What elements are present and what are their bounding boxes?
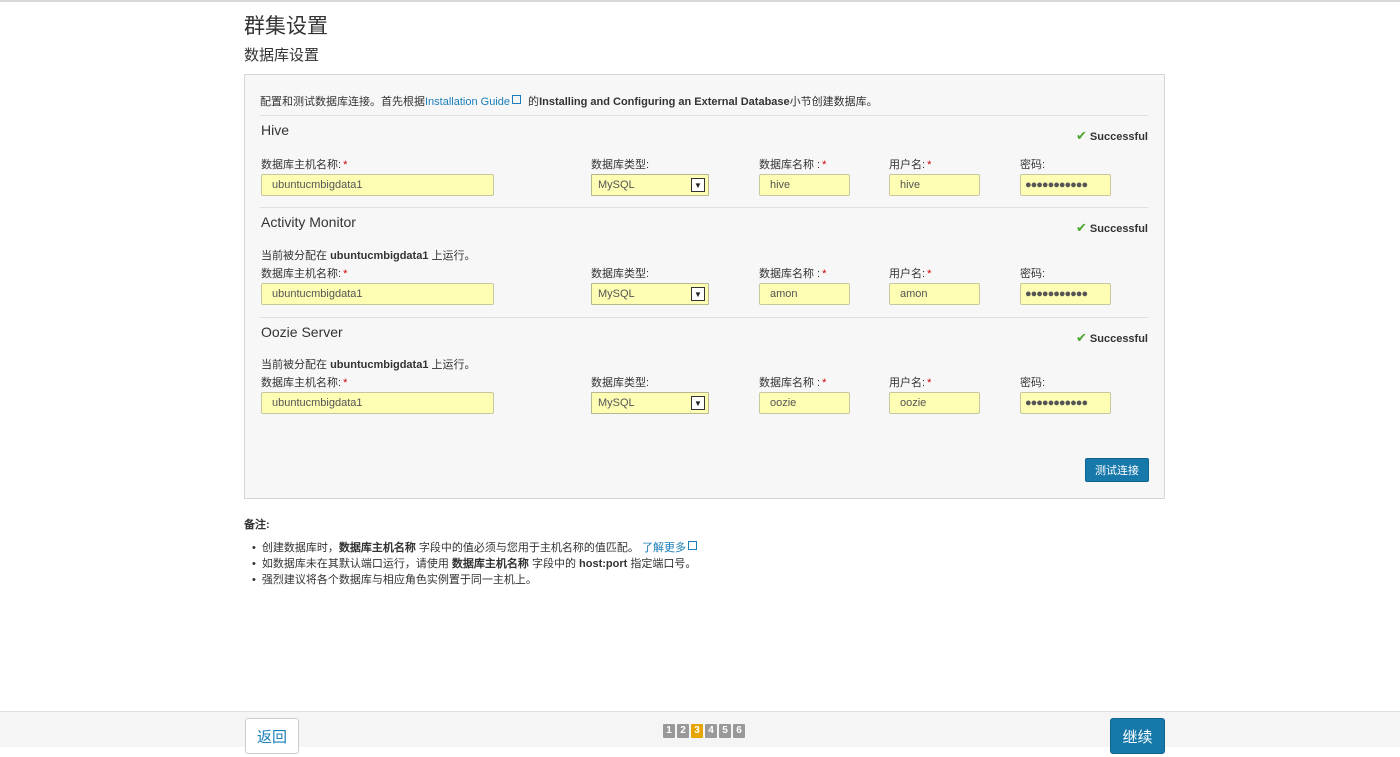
external-link-icon bbox=[687, 541, 697, 550]
installation-guide-link[interactable]: Installation Guide bbox=[425, 96, 510, 108]
user-label: 用户名: * bbox=[889, 377, 932, 389]
user-label: 用户名: * bbox=[889, 159, 932, 171]
password-label: 密码: bbox=[1020, 159, 1046, 171]
type-select[interactable]: MySQL ▼ bbox=[591, 392, 709, 414]
type-label: 数据库类型: bbox=[591, 268, 650, 280]
step-6: 6 bbox=[733, 724, 745, 738]
page-subtitle: 数据库设置 bbox=[244, 47, 320, 64]
page-title: 群集设置 bbox=[244, 15, 328, 38]
chevron-down-icon: ▼ bbox=[691, 178, 705, 192]
assigned-host-text: 当前被分配在 ubuntucmbigdata1 上运行。 bbox=[261, 359, 476, 371]
user-input[interactable]: hive bbox=[889, 174, 980, 196]
type-select[interactable]: MySQL ▼ bbox=[591, 283, 709, 305]
check-icon: ✔ bbox=[1076, 330, 1087, 345]
status-badge: ✔ Successful bbox=[1076, 128, 1148, 143]
status-badge: ✔ Successful bbox=[1076, 220, 1148, 235]
host-label: 数据库主机名称: * bbox=[261, 377, 348, 389]
user-label: 用户名: * bbox=[889, 268, 932, 280]
dbname-input[interactable]: amon bbox=[759, 283, 850, 305]
dbname-label: 数据库名称 : * bbox=[759, 377, 827, 389]
password-input[interactable]: ●●●●●●●●●●● bbox=[1020, 174, 1111, 196]
notes-title: 备注: bbox=[244, 519, 270, 531]
step-indicator: 123456 bbox=[663, 720, 747, 738]
top-border bbox=[0, 0, 1400, 2]
notes-list: 创建数据库时，数据库主机名称 字段中的值必须与您用于主机名称的值匹配。 了解更多… bbox=[252, 540, 701, 588]
password-label: 密码: bbox=[1020, 268, 1046, 280]
continue-button[interactable]: 继续 bbox=[1110, 718, 1165, 754]
section-hive: Hive ✔ Successful 数据库主机名称: * ubuntucmbigda… bbox=[260, 115, 1148, 208]
back-button[interactable]: 返回 bbox=[245, 718, 299, 754]
chevron-down-icon: ▼ bbox=[691, 396, 705, 410]
host-label: 数据库主机名称: * bbox=[261, 159, 348, 171]
type-label: 数据库类型: bbox=[591, 377, 650, 389]
host-input[interactable]: ubuntucmbigdata1 bbox=[261, 174, 494, 196]
dbname-input[interactable]: oozie bbox=[759, 392, 850, 414]
user-input[interactable]: amon bbox=[889, 283, 980, 305]
password-label: 密码: bbox=[1020, 377, 1046, 389]
password-input[interactable]: ●●●●●●●●●●● bbox=[1020, 392, 1111, 414]
list-item: 如数据库未在其默认端口运行，请使用 数据库主机名称 字段中的 host:port… bbox=[252, 556, 701, 572]
assigned-host-text: 当前被分配在 ubuntucmbigdata1 上运行。 bbox=[261, 250, 476, 262]
section-title: Activity Monitor bbox=[261, 214, 356, 230]
step-5: 5 bbox=[719, 724, 731, 738]
step-1: 1 bbox=[663, 724, 675, 738]
user-input[interactable]: oozie bbox=[889, 392, 980, 414]
type-select[interactable]: MySQL ▼ bbox=[591, 174, 709, 196]
learn-more-link[interactable]: 了解更多 bbox=[642, 542, 686, 554]
intro-text: 配置和测试数据库连接。首先根据Installation Guide 的Insta… bbox=[260, 95, 878, 108]
test-connection-button[interactable]: 测试连接 bbox=[1085, 458, 1149, 482]
database-settings-panel: 配置和测试数据库连接。首先根据Installation Guide 的Insta… bbox=[244, 74, 1165, 499]
chevron-down-icon: ▼ bbox=[691, 287, 705, 301]
check-icon: ✔ bbox=[1076, 220, 1087, 235]
host-label: 数据库主机名称: * bbox=[261, 268, 348, 280]
step-3-current: 3 bbox=[691, 724, 703, 738]
section-title: Oozie Server bbox=[261, 324, 343, 340]
list-item: 强烈建议将各个数据库与相应角色实例置于同一主机上。 bbox=[252, 572, 701, 588]
status-badge: ✔ Successful bbox=[1076, 330, 1148, 345]
host-input[interactable]: ubuntucmbigdata1 bbox=[261, 392, 494, 414]
host-input[interactable]: ubuntucmbigdata1 bbox=[261, 283, 494, 305]
section-activity-monitor: Activity Monitor ✔ Successful 当前被分配在 ubun… bbox=[260, 207, 1148, 318]
type-label: 数据库类型: bbox=[591, 159, 650, 171]
step-2: 2 bbox=[677, 724, 689, 738]
section-oozie-server: Oozie Server ✔ Successful 当前被分配在 ubuntucm… bbox=[260, 317, 1148, 428]
step-4: 4 bbox=[705, 724, 717, 738]
dbname-input[interactable]: hive bbox=[759, 174, 850, 196]
dbname-label: 数据库名称 : * bbox=[759, 159, 827, 171]
check-icon: ✔ bbox=[1076, 128, 1087, 143]
password-input[interactable]: ●●●●●●●●●●● bbox=[1020, 283, 1111, 305]
list-item: 创建数据库时，数据库主机名称 字段中的值必须与您用于主机名称的值匹配。 了解更多 bbox=[252, 540, 701, 556]
section-title: Hive bbox=[261, 122, 290, 138]
dbname-label: 数据库名称 : * bbox=[759, 268, 827, 280]
external-link-icon bbox=[512, 95, 521, 104]
